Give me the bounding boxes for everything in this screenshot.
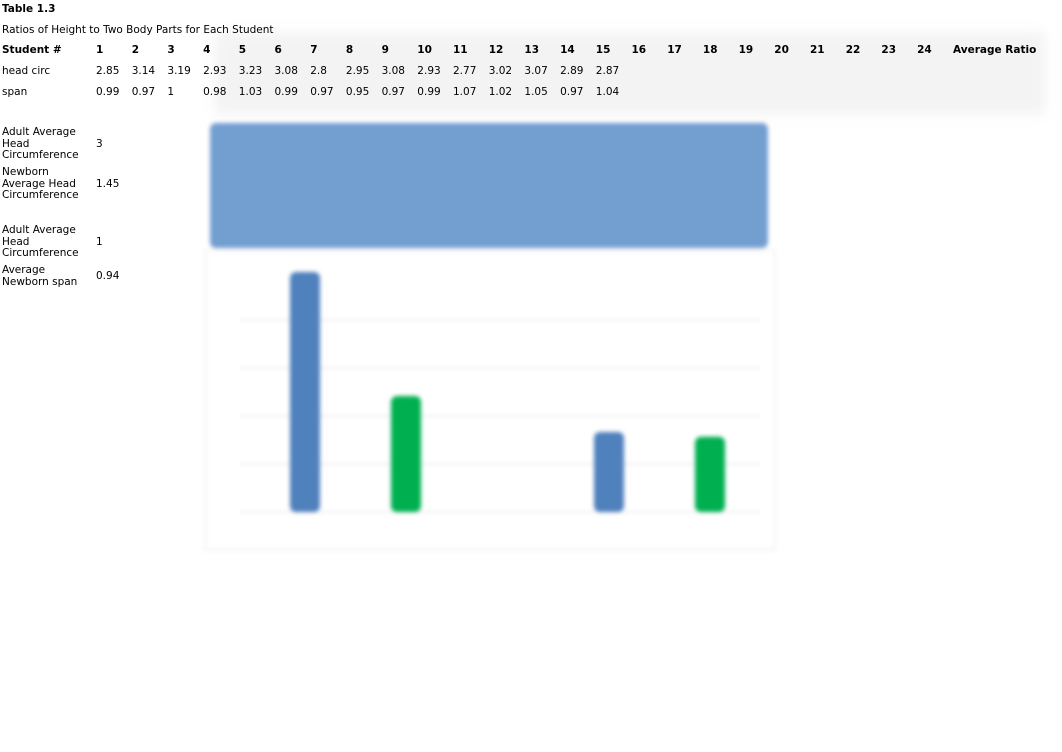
- column-header: 6: [274, 44, 282, 56]
- table-cell: 2.93: [417, 65, 441, 77]
- table-cell: 3.14: [131, 65, 156, 77]
- table-cell: 2.93: [203, 65, 227, 77]
- table-cell: 1: [167, 86, 175, 98]
- table-cell: 2.87: [595, 65, 620, 77]
- table-subtitle: Ratios of Height to Two Body Parts for E…: [2, 24, 274, 36]
- column-header: 4: [203, 44, 211, 56]
- column-header: 20: [774, 44, 789, 56]
- column-header: 23: [881, 44, 897, 56]
- column-header: 9: [381, 44, 389, 56]
- bar-chart: [204, 123, 776, 551]
- table-cell: 1.03: [238, 86, 263, 98]
- table-cell: 2.89: [560, 65, 584, 77]
- summary-label: Adult Average Head Circumference: [2, 224, 79, 259]
- table-cell: 1.07: [453, 86, 477, 98]
- table-cell: 3.07: [524, 65, 548, 77]
- row-label-span: span: [2, 86, 28, 98]
- summary-value: 3: [96, 138, 103, 150]
- table-cell: 0.99: [417, 86, 441, 98]
- table-cell: 2.77: [453, 65, 477, 77]
- bar: [594, 432, 624, 512]
- column-header: 17: [667, 44, 682, 56]
- table-cell: 3.08: [274, 65, 298, 77]
- table-cell: 3.19: [167, 65, 191, 77]
- bar: [695, 436, 725, 512]
- column-header: 10: [417, 44, 432, 56]
- column-header: 14: [560, 44, 575, 56]
- summary-label: Adult Average Head Circumference: [2, 126, 79, 161]
- column-header: 5: [238, 44, 247, 56]
- column-header: 7: [310, 44, 318, 56]
- summary-value: 1.45: [96, 178, 120, 190]
- summary-value: 1: [96, 236, 103, 248]
- column-header: 11: [453, 44, 468, 56]
- table-cell: 2.85: [96, 65, 120, 77]
- table-cell: 1.05: [524, 86, 548, 98]
- row-header: Student #: [2, 44, 62, 56]
- table-cell: 0.97: [131, 86, 156, 98]
- column-header: 24: [917, 44, 932, 56]
- table-cell: 0.95: [345, 86, 370, 98]
- table-cell: 2.8: [310, 65, 327, 77]
- table-cell: 0.99: [274, 86, 298, 98]
- column-header: 8: [345, 44, 354, 56]
- table-cell: 0.99: [96, 86, 120, 98]
- bar: [290, 272, 320, 512]
- column-header: 22: [845, 44, 861, 56]
- summary-label: Average Newborn span: [2, 264, 78, 288]
- table-cell: 0.97: [381, 86, 405, 98]
- bar: [391, 396, 421, 512]
- row-label-head-circ: head circ: [2, 65, 51, 77]
- table-cell: 3.08: [381, 65, 405, 77]
- column-header: 1: [96, 44, 104, 56]
- column-header: 15: [595, 44, 611, 56]
- table-cell: 2.95: [345, 65, 370, 77]
- column-header: 2: [131, 44, 139, 56]
- table-cell: 1.02: [488, 86, 513, 98]
- table-cell: 3.23: [238, 65, 263, 77]
- column-header: 21: [810, 44, 825, 56]
- column-header: 19: [738, 44, 754, 56]
- table-cell: 0.98: [203, 86, 227, 98]
- table-cell: 0.97: [310, 86, 334, 98]
- column-header: 13: [524, 44, 540, 56]
- column-header: 12: [488, 44, 504, 56]
- column-header: 18: [702, 44, 718, 56]
- table-cell: 3.02: [488, 65, 513, 77]
- column-header: 16: [631, 44, 647, 56]
- table-cell: 0.97: [560, 86, 584, 98]
- average-ratio-header: Average Ratio: [953, 44, 1037, 56]
- column-header: 3: [167, 44, 175, 56]
- table-cell: 1.04: [595, 86, 620, 98]
- summary-value: 0.94: [96, 270, 120, 282]
- table-caption: Table 1.3: [2, 3, 56, 15]
- summary-label: Newborn Average Head Circumference: [2, 166, 79, 201]
- chart-header-band: [210, 123, 768, 248]
